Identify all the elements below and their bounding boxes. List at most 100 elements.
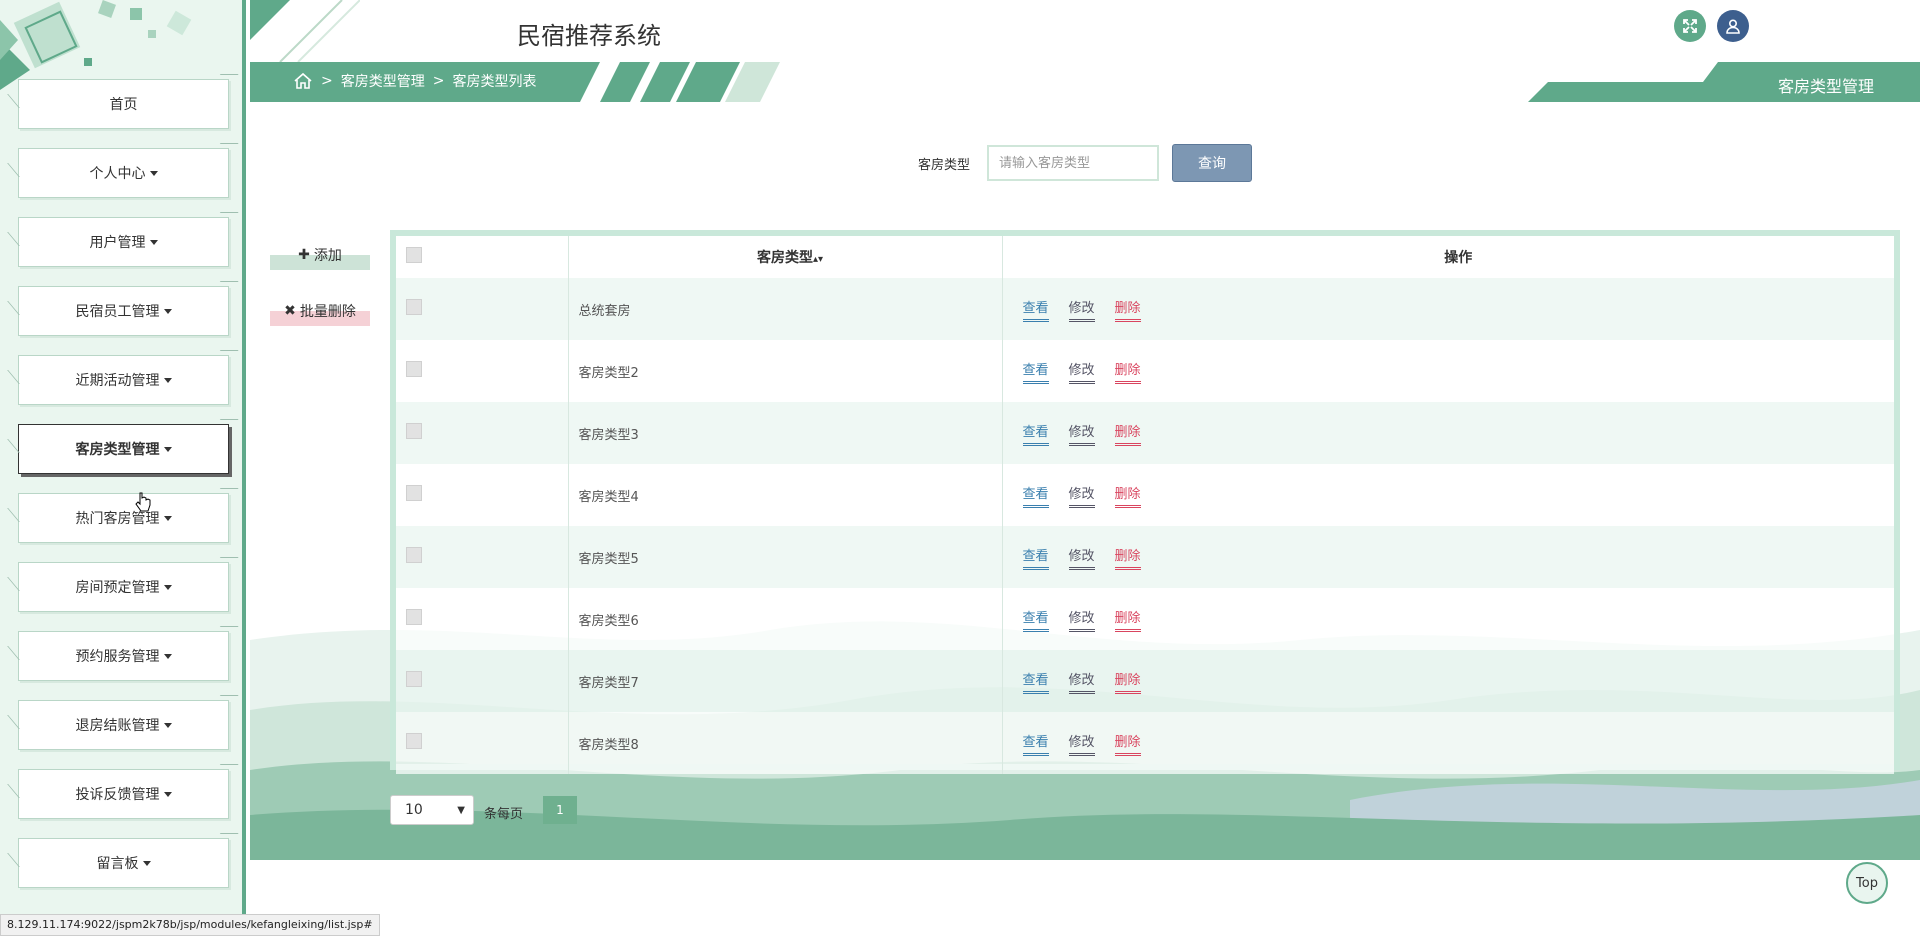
chevron-down-icon: ▼	[457, 804, 465, 816]
breadcrumb-separator: >	[432, 73, 445, 89]
search-label: 客房类型	[918, 158, 971, 173]
view-link[interactable]: 查看	[1022, 297, 1049, 322]
search-input[interactable]	[987, 145, 1159, 181]
caret-down-icon	[163, 377, 172, 383]
mouse-cursor-icon	[135, 492, 151, 512]
sidebar-item[interactable]: 预约服务管理	[18, 631, 229, 681]
sidebar-item-label: 近期活动管理	[75, 373, 160, 389]
cell-room-type: 客房类型4	[568, 464, 1003, 526]
table-row: 客房类型4 查看 修改 删除	[396, 464, 1894, 526]
edit-link[interactable]: 修改	[1068, 545, 1095, 570]
delete-link[interactable]: 删除	[1114, 669, 1141, 694]
column-header-type[interactable]: 客房类型▴▾	[568, 236, 1003, 278]
edit-link[interactable]: 修改	[1068, 731, 1095, 756]
sidebar-item[interactable]: 用户管理	[18, 217, 229, 267]
view-link[interactable]: 查看	[1022, 545, 1049, 570]
sidebar-item[interactable]: 投诉反馈管理	[18, 769, 229, 819]
row-checkbox[interactable]	[406, 733, 422, 749]
delete-link[interactable]: 删除	[1114, 421, 1141, 446]
user-icon[interactable]	[1717, 10, 1749, 42]
caret-down-icon	[163, 584, 172, 590]
edit-link[interactable]: 修改	[1068, 297, 1095, 322]
table-row: 总统套房 查看 修改 删除	[396, 278, 1894, 340]
edit-link[interactable]: 修改	[1068, 607, 1095, 632]
status-bar-url: 8.129.11.174:9022/jspm2k78b/jsp/modules/…	[0, 914, 380, 936]
sidebar-item[interactable]: 退房结账管理	[18, 700, 229, 750]
row-checkbox[interactable]	[406, 361, 422, 377]
cell-room-type: 客房类型3	[568, 402, 1003, 464]
sidebar-item-label: 预约服务管理	[75, 649, 160, 665]
add-button-label: 添加	[313, 248, 342, 264]
sort-icon[interactable]: ▴▾	[813, 254, 823, 265]
row-checkbox[interactable]	[406, 485, 422, 501]
search-button[interactable]: 查询	[1172, 144, 1252, 182]
add-button[interactable]: ✚ 添加	[270, 240, 370, 270]
bulk-delete-label: 批量删除	[299, 304, 356, 320]
header-decoration	[250, 0, 360, 62]
data-table: 客房类型▴▾ 操作 总统套房 查看 修改 删除 客房类型2 查看 修改 删除 客房类型3 查看 修改…	[390, 230, 1900, 774]
fullscreen-icon[interactable]	[1674, 10, 1706, 42]
row-checkbox[interactable]	[406, 547, 422, 563]
sidebar-item-label: 房间预定管理	[75, 580, 160, 596]
view-link[interactable]: 查看	[1022, 421, 1049, 446]
sidebar-item[interactable]: 房间预定管理	[18, 562, 229, 612]
view-link[interactable]: 查看	[1022, 669, 1049, 694]
page-size-value: 10	[405, 802, 423, 818]
cell-room-type: 客房类型2	[568, 340, 1003, 402]
edit-link[interactable]: 修改	[1068, 421, 1095, 446]
back-to-top-button[interactable]: Top	[1846, 862, 1888, 904]
edit-link[interactable]: 修改	[1068, 669, 1095, 694]
delete-link[interactable]: 删除	[1114, 297, 1141, 322]
bulk-delete-button[interactable]: ✖ 批量删除	[270, 296, 370, 326]
breadcrumb-level2: 客房类型列表	[452, 74, 537, 90]
breadcrumb-level1[interactable]: 客房类型管理	[341, 71, 425, 91]
sidebar-item[interactable]: 留言板	[18, 838, 229, 888]
caret-down-icon	[149, 170, 158, 176]
edit-link[interactable]: 修改	[1068, 359, 1095, 384]
per-page-label: 条每页	[484, 807, 524, 822]
plus-icon: ✚	[298, 247, 310, 263]
row-checkbox[interactable]	[406, 609, 422, 625]
select-all-checkbox[interactable]	[406, 247, 422, 263]
view-link[interactable]: 查看	[1022, 483, 1049, 508]
delete-link[interactable]: 删除	[1114, 545, 1141, 570]
sidebar-item[interactable]: 个人中心	[18, 148, 229, 198]
cell-room-type: 客房类型5	[568, 526, 1003, 588]
caret-down-icon	[163, 722, 172, 728]
row-checkbox[interactable]	[406, 671, 422, 687]
page-tag-title: 客房类型管理	[1778, 77, 1875, 96]
sidebar-item-label: 客房类型管理	[75, 442, 160, 458]
caret-down-icon	[149, 239, 158, 245]
view-link[interactable]: 查看	[1022, 731, 1049, 756]
page-number-button[interactable]: 1	[543, 796, 577, 824]
sidebar-item-label: 退房结账管理	[75, 718, 160, 734]
page-size-select[interactable]: 10 ▼	[390, 795, 474, 825]
delete-link[interactable]: 删除	[1114, 607, 1141, 632]
caret-down-icon	[163, 446, 172, 452]
sidebar-item[interactable]: 民宿员工管理	[18, 286, 229, 336]
sidebar-item[interactable]: 热门客房管理	[18, 493, 229, 543]
table-row: 客房类型8 查看 修改 删除	[396, 712, 1894, 774]
sidebar-item-label: 个人中心	[89, 166, 146, 182]
cell-room-type: 客房类型7	[568, 650, 1003, 712]
table-row: 客房类型6 查看 修改 删除	[396, 588, 1894, 650]
cell-room-type: 客房类型6	[568, 588, 1003, 650]
caret-down-icon	[142, 860, 151, 866]
table-row: 客房类型7 查看 修改 删除	[396, 650, 1894, 712]
delete-link[interactable]: 删除	[1114, 359, 1141, 384]
sidebar: 首页个人中心用户管理民宿员工管理近期活动管理 客房类型管理热门客房管理房间预定管理…	[0, 0, 246, 936]
delete-link[interactable]: 删除	[1114, 483, 1141, 508]
sidebar-item[interactable]: 近期活动管理	[18, 355, 229, 405]
edit-link[interactable]: 修改	[1068, 483, 1095, 508]
delete-link[interactable]: 删除	[1114, 731, 1141, 756]
row-checkbox[interactable]	[406, 423, 422, 439]
sidebar-item[interactable]: 首页	[18, 79, 229, 129]
caret-down-icon	[163, 515, 172, 521]
home-icon[interactable]	[293, 72, 313, 90]
cell-room-type: 总统套房	[568, 278, 1003, 340]
sidebar-item[interactable]: 客房类型管理	[18, 424, 229, 474]
cell-room-type: 客房类型8	[568, 712, 1003, 774]
view-link[interactable]: 查看	[1022, 607, 1049, 632]
row-checkbox[interactable]	[406, 299, 422, 315]
view-link[interactable]: 查看	[1022, 359, 1049, 384]
